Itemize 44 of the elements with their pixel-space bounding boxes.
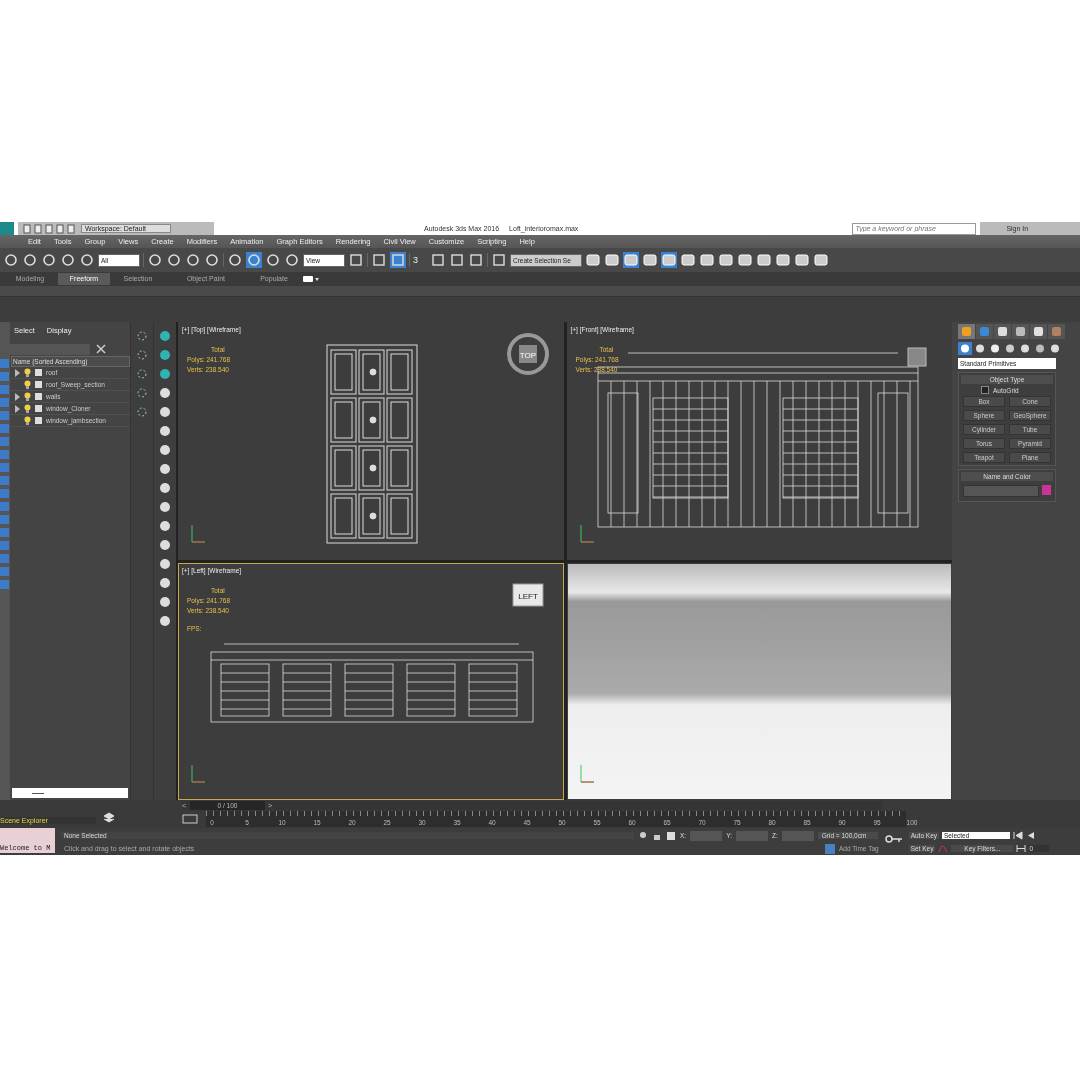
circle-icon[interactable] [157, 518, 173, 534]
category-button[interactable] [988, 342, 1002, 355]
panel-tab[interactable] [1030, 324, 1047, 339]
category-button[interactable] [1048, 342, 1062, 355]
snap-toggle[interactable]: 3 [413, 255, 427, 265]
name-field[interactable] [963, 485, 1039, 497]
document-icon[interactable] [66, 223, 76, 234]
category-button[interactable] [958, 342, 972, 355]
category-button[interactable] [1003, 342, 1017, 355]
go-to-start-icon[interactable] [1013, 831, 1024, 840]
compass-drawing[interactable]: TOP [504, 331, 551, 377]
view-cube-icon[interactable] [905, 345, 929, 369]
expand-arrow-icon[interactable] [14, 404, 21, 413]
coordinate-field[interactable] [690, 830, 723, 841]
checkbox[interactable] [981, 386, 989, 394]
key-mode-icon[interactable] [1016, 844, 1027, 853]
coordinate-field[interactable] [735, 830, 768, 841]
panel-tab[interactable] [1012, 324, 1029, 339]
axis-tripod-icon [577, 763, 596, 785]
expand-arrow-icon[interactable] [14, 368, 21, 377]
category-button[interactable] [1018, 342, 1032, 355]
axis-tripod-icon [189, 763, 207, 785]
key-icon[interactable] [884, 833, 903, 845]
rendered-room-viewport[interactable] [566, 562, 952, 800]
dropdown-icon[interactable] [302, 274, 320, 284]
view-cube-drawing[interactable]: LEFT [504, 571, 551, 618]
axis-tripod-icon [577, 522, 596, 545]
axis-tripod-icon [189, 522, 207, 545]
circle-icon[interactable] [157, 594, 173, 610]
curve-editor-icon[interactable] [182, 813, 198, 826]
document-icon[interactable] [44, 223, 54, 234]
close-icon[interactable] [96, 344, 106, 354]
category-button[interactable] [973, 342, 987, 355]
document-icon[interactable] [55, 223, 65, 234]
expand-arrow-icon[interactable] [14, 392, 21, 401]
color-swatch[interactable] [1042, 485, 1051, 495]
time-tag-icon[interactable] [825, 843, 835, 854]
find-field[interactable] [10, 343, 90, 355]
document-icon[interactable] [33, 223, 43, 234]
panel-tab[interactable] [994, 324, 1011, 339]
coordinate-field[interactable] [781, 830, 814, 841]
category-button[interactable] [1033, 342, 1047, 355]
previous-key-icon[interactable] [1026, 831, 1037, 840]
document-icon[interactable] [22, 223, 32, 234]
